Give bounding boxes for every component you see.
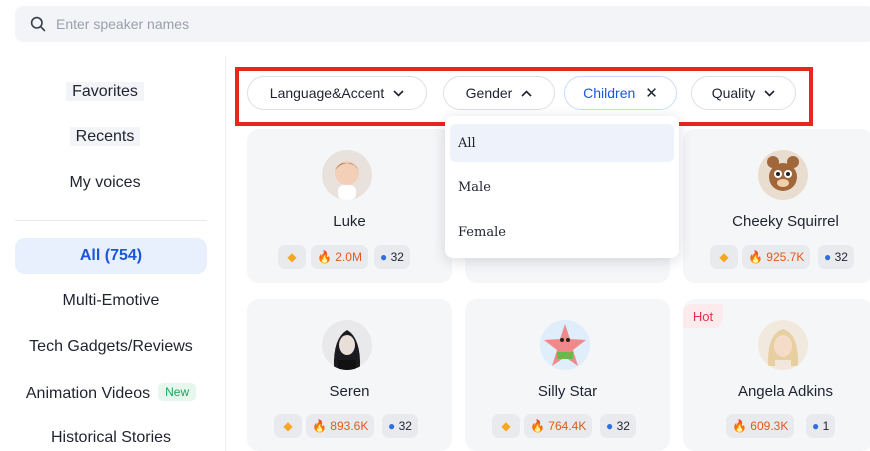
language-count-value: 1 [822, 419, 830, 433]
language-count-value: 32 [834, 250, 848, 264]
voice-avatar [540, 320, 590, 370]
play-count: 🔥 2.0M [311, 245, 368, 269]
speaker-search-bar[interactable] [15, 6, 870, 42]
sidebar-item-all[interactable]: All (754) [15, 238, 207, 274]
sidebar-item-label: Recents [69, 127, 141, 146]
premium-icon: ◆ [492, 414, 520, 438]
option-label: All [458, 135, 476, 151]
fire-icon: 🔥 [530, 419, 545, 433]
play-count-value: 925.7K [766, 250, 805, 264]
language-count: ● 32 [818, 245, 854, 269]
sidebar-item-label: Tech Gadgets/Reviews [29, 338, 193, 355]
sidebar-item-label: All [79, 247, 101, 264]
voice-name: Cheeky Squirrel [732, 213, 839, 230]
play-count: 🔥 925.7K [742, 245, 811, 269]
voice-name: Seren [329, 383, 370, 400]
gender-dropdown-menu: All Male Female [445, 116, 679, 258]
sidebar-item-label: My voices [69, 174, 141, 191]
voice-avatar [758, 150, 808, 200]
play-count-value: 609.3K [750, 419, 789, 433]
sidebar-item-label: Favorites [66, 82, 144, 101]
voice-avatar [758, 320, 808, 370]
globe-icon: ● [380, 250, 388, 264]
sidebar-item-multi-emotive[interactable]: Multi-Emotive [0, 292, 222, 310]
voice-name: Silly Star [537, 383, 598, 400]
sidebar-item-label: Historical Stories [50, 429, 172, 446]
fire-icon: 🔥 [312, 419, 327, 433]
globe-icon: ● [388, 419, 396, 433]
search-icon [30, 16, 46, 32]
hot-badge: Hot [683, 304, 723, 328]
fire-icon: 🔥 [748, 250, 763, 264]
play-count: 🔥 893.6K [306, 414, 375, 438]
globe-icon: ● [824, 250, 832, 264]
fire-icon: 🔥 [317, 250, 332, 264]
option-label: Female [458, 224, 506, 240]
fire-icon: 🔥 [732, 419, 747, 433]
new-badge: New [158, 383, 197, 401]
language-count-value: 32 [390, 250, 404, 264]
gender-option-all[interactable]: All [450, 124, 674, 162]
voice-avatar [322, 150, 372, 200]
sidebar-item-tech-gadgets[interactable]: Tech Gadgets/Reviews [0, 338, 222, 356]
voice-name: Angela Adkins [737, 383, 834, 400]
gender-option-female[interactable]: Female [450, 213, 674, 251]
play-count: 🔥 609.3K [726, 414, 795, 438]
sidebar-item-label: Animation Videos [25, 385, 151, 402]
premium-icon: ◆ [274, 414, 302, 438]
language-count-value: 32 [616, 419, 630, 433]
language-count: ● 32 [600, 414, 636, 438]
sidebar-item-recents[interactable]: Recents [0, 127, 210, 146]
premium-icon: ◆ [710, 245, 738, 269]
language-count-value: 32 [398, 419, 412, 433]
language-count: ● 32 [382, 414, 418, 438]
globe-icon: ● [606, 419, 614, 433]
sidebar-item-historical-stories[interactable]: Historical Stories [0, 429, 222, 447]
voice-name: Luke [333, 213, 366, 230]
gender-option-male[interactable]: Male [450, 168, 674, 206]
voice-count: (754) [104, 247, 143, 264]
sidebar-item-label: Multi-Emotive [62, 292, 160, 309]
search-input[interactable] [54, 15, 658, 33]
language-count: ● 1 [806, 414, 836, 438]
play-count-value: 893.6K [330, 419, 369, 433]
option-label: Male [458, 179, 491, 195]
sidebar-item-my-voices[interactable]: My voices [0, 174, 210, 192]
language-count: ● 32 [374, 245, 410, 269]
sidebar: Favorites Recents My voices All (754) Mu… [0, 56, 226, 451]
sidebar-item-favorites[interactable]: Favorites [0, 82, 210, 101]
play-count-value: 2.0M [335, 250, 362, 264]
play-count: 🔥 764.4K [524, 414, 593, 438]
premium-icon: ◆ [278, 245, 306, 269]
sidebar-divider [15, 220, 207, 221]
voice-avatar [322, 320, 372, 370]
play-count-value: 764.4K [548, 419, 587, 433]
globe-icon: ● [812, 419, 820, 433]
sidebar-item-animation-videos[interactable]: Animation Videos New [0, 383, 222, 403]
